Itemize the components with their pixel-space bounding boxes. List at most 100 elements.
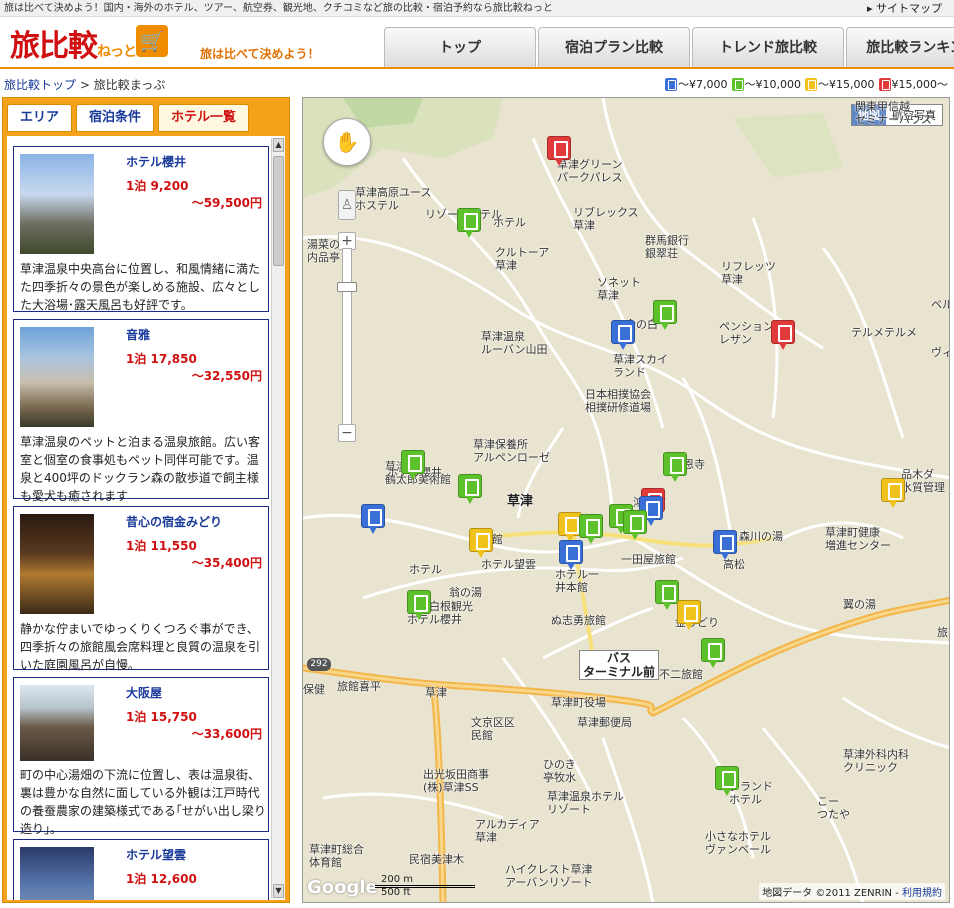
hotel-photo	[20, 154, 94, 254]
map-place-label: 草津外科内科 クリニック	[843, 748, 909, 774]
map-place-label: 品木ダ 水質管理	[901, 468, 945, 494]
map-place-label: 保健	[303, 683, 325, 696]
top-info-bar: 旅は比べて決めよう！国内・海外のホテル、ツアー、航空券、観光地、クチコミなど旅の…	[0, 0, 954, 17]
top-tagline: 旅は比べて決めよう！国内・海外のホテル、ツアー、航空券、観光地、クチコミなど旅の…	[4, 3, 553, 14]
scroll-thumb[interactable]	[273, 156, 284, 266]
hotel-card[interactable]: 昔心の宿金みどり 1泊 11,550 ～35,400円 静かな佇まいでゆっくりく…	[13, 506, 269, 672]
hotel-pin-icon[interactable]	[457, 208, 481, 238]
scroll-up-arrow-icon[interactable]: ▲	[273, 138, 284, 152]
map-place-label: 草津町役場	[551, 696, 606, 709]
map-place-label: 草津町健康 増進センター	[825, 526, 891, 552]
breadcrumb-home[interactable]: 旅比較トップ	[4, 78, 76, 92]
hotel-price-to: ～35,400円	[191, 556, 262, 570]
nav-tab-top[interactable]: トップ	[384, 27, 536, 67]
nav-tab-ranking[interactable]: 旅比較ランキング	[846, 27, 954, 67]
main-nav: トップ 宿泊プラン比較 トレンド旅比較 旅比較ランキング	[382, 27, 954, 69]
tab-hotel-list[interactable]: ホテル一覧	[158, 104, 250, 132]
hotel-pin-icon[interactable]	[771, 320, 795, 350]
hotel-card[interactable]: ホテル望雲 1泊 12,600	[13, 839, 269, 900]
tab-area[interactable]: エリア	[7, 104, 73, 132]
hotel-pin-icon[interactable]	[663, 452, 687, 482]
site-logo[interactable]: 旅比較ねっと	[10, 21, 137, 65]
hotel-pin-icon[interactable]	[407, 590, 431, 620]
hotel-pin-icon[interactable]	[701, 638, 725, 668]
map-view[interactable]: 地図 航空写真 ✋ ♙ + − 292 バス ターミナル前 草津 草津グリーン …	[302, 97, 950, 903]
list-scrollbar[interactable]: ▲ ▼	[271, 138, 285, 898]
map-place-label: 森川の湯	[739, 530, 783, 543]
cart-logo-icon: 🛒	[136, 25, 168, 57]
map-place-label: ペンション レザン	[719, 320, 774, 346]
side-tabs: エリア 宿泊条件 ホテル一覧	[7, 104, 253, 132]
hotel-description: 町の中心湯畑の下流に位置し、表は温泉街、裏は豊かな自然に面している外観は江戸時代…	[20, 768, 266, 836]
hotel-pin-icon[interactable]	[361, 504, 385, 534]
map-place-label: 民宿美津木	[409, 853, 464, 866]
hotel-price-from: 1泊 9,200	[126, 179, 189, 193]
hotel-name[interactable]: 昔心の宿金みどり	[126, 513, 222, 530]
map-scale: 200 m 500 ft	[375, 874, 485, 900]
map-place-label: 草津郵便局	[577, 716, 632, 729]
google-logo[interactable]: Google	[307, 877, 378, 898]
town-label: 草津	[507, 494, 534, 509]
hotel-pin-icon[interactable]	[677, 600, 701, 630]
hotel-pin-icon[interactable]	[559, 540, 583, 570]
hotel-pin-icon[interactable]	[881, 478, 905, 508]
hotel-name[interactable]: ホテル望雲	[126, 846, 186, 863]
hotel-name[interactable]: 音雅	[126, 326, 150, 343]
hotel-pin-icon[interactable]	[547, 136, 571, 166]
hotel-pin-icon[interactable]	[623, 510, 647, 540]
bus-terminal-label: バス ターミナル前	[579, 650, 660, 680]
nav-tab-plan-compare[interactable]: 宿泊プラン比較	[538, 27, 690, 67]
hotel-name[interactable]: 大阪屋	[126, 684, 162, 701]
hotel-pin-icon[interactable]	[715, 766, 739, 796]
hotel-pin-icon[interactable]	[611, 320, 635, 350]
nav-tab-trend[interactable]: トレンド旅比較	[692, 27, 844, 67]
hotel-list: ホテル櫻井 1泊 9,200 ～59,500円 草津温泉中央高台に位置し、和風情…	[7, 136, 285, 900]
hotel-pin-icon[interactable]	[655, 580, 679, 610]
hotel-pin-icon[interactable]	[713, 530, 737, 560]
map-place-label: ぬ志勇旅館	[551, 614, 606, 627]
map-place-label: 一田屋旅館	[621, 553, 676, 566]
zoom-slider-thumb[interactable]	[337, 282, 357, 292]
hotel-price-from: 1泊 17,850	[126, 352, 197, 366]
sitemap-link[interactable]: ▸ サイトマップ	[867, 0, 942, 17]
hotel-card[interactable]: 音雅 1泊 17,850 ～32,550円 草津温泉のペットと泊まる温泉旅館。広…	[13, 319, 269, 503]
site-header: 旅比較ねっと 🛒 旅は比べて決めよう！ トップ 宿泊プラン比較 トレンド旅比較 …	[0, 17, 954, 69]
hotel-name[interactable]: ホテル櫻井	[126, 153, 186, 170]
breadcrumb: 旅比較トップ > 旅比較まっぷ	[4, 76, 165, 93]
route-number-badge: 292	[307, 658, 331, 671]
map-place-label: ホテル	[409, 563, 442, 576]
hotel-photo	[20, 327, 94, 427]
zoom-slider-track[interactable]	[342, 248, 352, 428]
hotel-side-panel: エリア 宿泊条件 ホテル一覧 ホテル櫻井 1泊 9,200 ～59,500円 草…	[2, 97, 290, 903]
legend-yellow-hotel-icon	[805, 77, 817, 91]
map-place-label: ホテル一 井本館	[555, 568, 599, 594]
legend-red-hotel-icon	[878, 77, 891, 91]
street-view-pegman-icon[interactable]: ♙	[338, 190, 356, 220]
scale-metric: 200 m	[381, 874, 414, 885]
zoom-out-button[interactable]: −	[338, 424, 356, 442]
legend-green-hotel-icon	[731, 77, 744, 91]
hotel-pin-icon[interactable]	[653, 300, 677, 330]
map-place-label: 草津町総合 体育館	[309, 843, 364, 869]
map-place-label: 群馬銀行 銀翠荘	[645, 234, 689, 260]
hotel-card[interactable]: 大阪屋 1泊 15,750 ～33,600円 町の中心湯畑の下流に位置し、表は温…	[13, 677, 269, 836]
hotel-pin-icon[interactable]	[469, 528, 493, 558]
map-place-label: ベル	[931, 298, 949, 311]
map-place-label: 不二旅館	[659, 668, 703, 681]
hotel-price-from: 1泊 12,600	[126, 872, 197, 886]
legend-blue-hotel-icon	[665, 77, 677, 91]
tab-conditions[interactable]: 宿泊条件	[76, 104, 155, 132]
pan-control-icon[interactable]: ✋	[323, 118, 371, 166]
map-place-label: 草津温泉 ルーバン山田	[481, 330, 548, 356]
map-place-label: テルメテルメ	[851, 326, 917, 339]
hotel-pin-icon[interactable]	[458, 474, 482, 504]
hotel-price-from: 1泊 15,750	[126, 710, 197, 724]
map-place-label: 日本相撲協会 相撲研修道場	[585, 388, 651, 414]
scroll-down-arrow-icon[interactable]: ▼	[273, 884, 284, 898]
hotel-price-to: ～33,600円	[191, 727, 262, 741]
map-place-label: 旅	[937, 626, 948, 639]
hotel-card[interactable]: ホテル櫻井 1泊 9,200 ～59,500円 草津温泉中央高台に位置し、和風情…	[13, 146, 269, 312]
map-place-label: リブレックス 草津	[573, 206, 639, 232]
terms-link[interactable]: 利用規約	[902, 888, 942, 899]
hotel-pin-icon[interactable]	[401, 450, 425, 480]
